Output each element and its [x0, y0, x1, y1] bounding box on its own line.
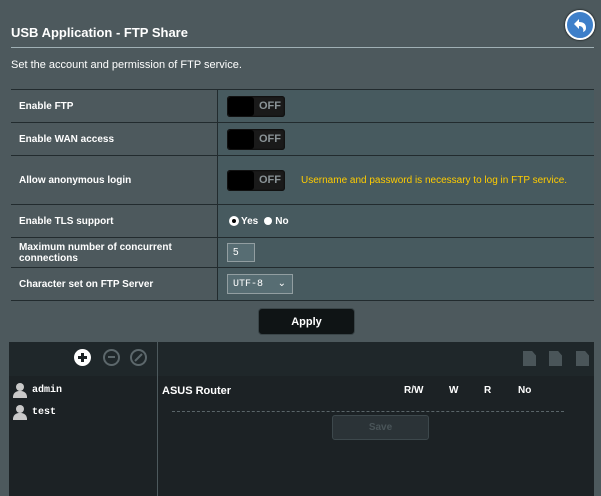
- max-conn-input[interactable]: 5: [227, 243, 255, 262]
- label-charset: Character set on FTP Server: [11, 268, 218, 300]
- page-title: USB Application - FTP Share: [11, 25, 188, 40]
- account-name: test: [32, 407, 57, 418]
- account-name: admin: [32, 385, 63, 396]
- label-anonymous: Allow anonymous login: [11, 156, 218, 204]
- perm-header-w: W: [449, 385, 459, 396]
- radio-label-no: No: [275, 215, 289, 227]
- edit-folder-icon[interactable]: [576, 351, 589, 366]
- label-tls: Enable TLS support: [11, 205, 218, 237]
- apply-button[interactable]: Apply: [258, 308, 355, 335]
- delete-folder-icon[interactable]: [549, 351, 562, 366]
- charset-value: UTF-8: [233, 278, 264, 290]
- device-name: ASUS Router: [162, 385, 232, 397]
- perm-header-rw: R/W: [404, 385, 424, 396]
- chevron-down-icon: ⌄: [277, 278, 286, 289]
- header: USB Application - FTP Share: [0, 0, 601, 48]
- header-divider: [11, 47, 594, 48]
- divider-line: [172, 411, 564, 412]
- user-icon: [13, 405, 27, 420]
- account-item-test[interactable]: test: [13, 405, 56, 420]
- row-enable-wan: Enable WAN access OFF: [11, 123, 594, 156]
- tls-no-radio[interactable]: No: [264, 215, 289, 227]
- toggle-state: OFF: [259, 173, 281, 186]
- delete-account-icon[interactable]: [103, 349, 120, 366]
- row-enable-ftp: Enable FTP OFF: [11, 89, 594, 123]
- label-max-conn: Maximum number of concurrent connections: [11, 238, 218, 267]
- enable-wan-toggle[interactable]: OFF: [227, 128, 285, 150]
- back-icon[interactable]: [565, 10, 595, 40]
- toggle-state: OFF: [259, 99, 281, 112]
- radio-label-yes: Yes: [241, 215, 259, 227]
- settings-form: Enable FTP OFF Enable WAN access OFF All…: [11, 89, 594, 301]
- charset-select[interactable]: UTF-8 ⌄: [227, 274, 293, 294]
- enable-ftp-toggle[interactable]: OFF: [227, 95, 285, 117]
- anonymous-warning: Username and password is necessary to lo…: [301, 174, 568, 186]
- row-tls: Enable TLS support Yes No: [11, 205, 594, 238]
- account-panel: [9, 342, 594, 496]
- label-enable-wan: Enable WAN access: [11, 123, 218, 155]
- add-account-icon[interactable]: [74, 349, 91, 366]
- user-icon: [13, 383, 27, 398]
- row-anonymous: Allow anonymous login OFF Username and p…: [11, 156, 594, 205]
- edit-account-icon[interactable]: [130, 349, 147, 366]
- add-folder-icon[interactable]: [523, 351, 536, 366]
- save-button[interactable]: Save: [332, 415, 429, 440]
- page-subtitle: Set the account and permission of FTP se…: [11, 59, 242, 71]
- row-charset: Character set on FTP Server UTF-8 ⌄: [11, 268, 594, 301]
- tls-yes-radio[interactable]: Yes: [230, 216, 258, 227]
- perm-header-no: No: [518, 385, 532, 396]
- row-max-conn: Maximum number of concurrent connections…: [11, 238, 594, 268]
- toggle-state: OFF: [259, 132, 281, 145]
- account-item-admin[interactable]: admin: [13, 383, 62, 398]
- label-enable-ftp: Enable FTP: [11, 90, 218, 122]
- perm-header-r: R: [484, 385, 492, 396]
- anonymous-toggle[interactable]: OFF: [227, 169, 285, 191]
